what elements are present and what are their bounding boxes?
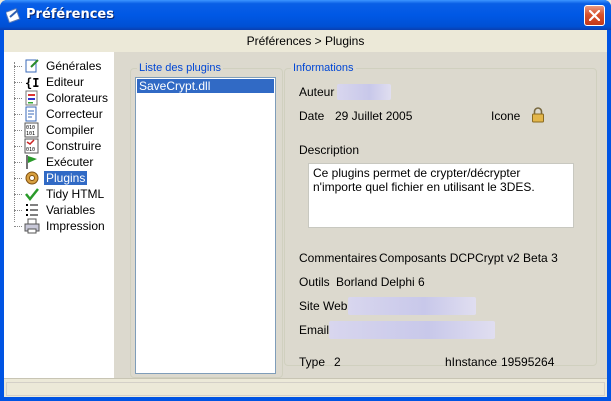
tree-branch [14, 82, 22, 83]
tools-value: Borland Delphi 6 [336, 275, 425, 289]
app-icon [6, 7, 21, 23]
padlock-icon [532, 107, 544, 123]
plugins-list-group-title: Liste des plugins [137, 62, 223, 74]
editor-icon: {I} [25, 76, 40, 90]
email-label: Email [299, 323, 330, 337]
type-label: Type [299, 355, 326, 369]
sidebar-item-compiler[interactable]: 010 101 Compiler [10, 122, 114, 138]
tree-branch [14, 210, 22, 211]
plugins-listbox[interactable]: SaveCrypt.dll [135, 77, 276, 374]
status-bar [4, 378, 607, 397]
close-icon [589, 10, 600, 21]
sidebar-item-label: Tidy HTML [46, 187, 105, 201]
sidebar-item-executer[interactable]: Exécuter [10, 154, 114, 170]
plugins-panel: Liste des plugins SaveCrypt.dll Informat… [114, 52, 607, 378]
svg-text:010: 010 [26, 147, 35, 153]
sidebar-item-label: Colorateurs [46, 91, 109, 105]
sidebar-item-label: Compiler [46, 123, 95, 137]
build-icon: 010 [24, 138, 39, 154]
tree-branch [14, 162, 22, 163]
tree-branch [14, 98, 22, 99]
list-item[interactable]: SaveCrypt.dll [137, 79, 274, 93]
sidebar-item-plugins[interactable]: Plugins [10, 170, 114, 186]
hinstance-label: hInstance [445, 355, 498, 369]
sidebar-item-label: Générales [46, 59, 102, 73]
variables-list-icon [26, 204, 38, 216]
tree-branch [14, 130, 22, 131]
comments-label: Commentaires [299, 251, 378, 265]
website-value-redacted [348, 297, 476, 315]
tree-branch [14, 194, 22, 195]
comments-value: Composants DCPCrypt v2 Beta 3 [379, 251, 558, 265]
plugins-list-group: Liste des plugins SaveCrypt.dll [130, 62, 283, 378]
email-value-redacted [329, 321, 495, 339]
syntax-colors-icon [25, 90, 38, 106]
window-title: Préférences [26, 7, 114, 22]
preferences-window: Préférences Préférences > Plugins Généra… [0, 0, 611, 401]
tree-branch [14, 114, 22, 115]
author-value-redacted [337, 84, 391, 100]
author-label: Auteur [299, 85, 335, 99]
sidebar-item-impression[interactable]: Impression [10, 218, 114, 234]
checkmark-icon [25, 188, 39, 202]
website-label: Site Web [299, 299, 348, 313]
hinstance-value: 19595264 [501, 355, 555, 369]
type-value: 2 [334, 355, 341, 369]
spell-check-icon [25, 106, 37, 122]
description-label: Description [299, 143, 360, 157]
date-label: Date [299, 109, 325, 123]
tree-branch [14, 226, 22, 227]
icon-label: Icone [491, 109, 521, 123]
sidebar-item-tidy-html[interactable]: Tidy HTML [10, 186, 114, 202]
sidebar-item-label: Variables [46, 203, 96, 217]
sidebar-item-label: Exécuter [46, 155, 94, 169]
printer-icon [24, 218, 40, 234]
tree-branch [14, 178, 22, 179]
sidebar-item-label: Correcteur [46, 107, 103, 121]
sidebar-item-colorateurs[interactable]: Colorateurs [10, 90, 114, 106]
sidebar-item-construire[interactable]: 010 Construire [10, 138, 114, 154]
sidebar-item-correcteur[interactable]: Correcteur [10, 106, 114, 122]
run-flag-icon [26, 155, 37, 169]
information-group: Informations Auteur Date 29 Juillet 2005… [284, 62, 597, 369]
tree-branch [14, 66, 22, 67]
close-button[interactable] [584, 5, 605, 26]
dialog-client-area: Préférences > Plugins Générales {I} Edit… [4, 30, 607, 397]
tools-label: Outils [299, 275, 330, 289]
title-bar[interactable]: Préférences [0, 0, 611, 30]
svg-text:101: 101 [26, 131, 35, 137]
sidebar-item-label: Impression [46, 219, 105, 233]
settings-tree[interactable]: Générales {I} Editeur Colorateurs Correc… [4, 52, 114, 378]
general-settings-icon [25, 59, 39, 73]
description-field[interactable]: Ce plugins permet de crypter/décrypter n… [308, 163, 574, 228]
sidebar-item-label: Construire [46, 139, 102, 153]
tree-branch [14, 146, 22, 147]
sidebar-item-label: Plugins [44, 171, 88, 185]
sidebar-item-label: Editeur [46, 75, 85, 89]
svg-text:{I}: {I} [25, 76, 40, 90]
sidebar-item-generales[interactable]: Générales [10, 58, 114, 74]
information-group-title: Informations [291, 62, 356, 74]
sidebar-item-editeur[interactable]: {I} Editeur [10, 74, 114, 90]
status-bar-panel [6, 382, 605, 396]
compile-icon: 010101 [24, 122, 39, 138]
sidebar-item-variables[interactable]: Variables [10, 202, 114, 218]
breadcrumb: Préférences > Plugins [246, 34, 365, 48]
date-value: 29 Juillet 2005 [335, 109, 413, 123]
plugin-gear-icon [25, 171, 39, 185]
